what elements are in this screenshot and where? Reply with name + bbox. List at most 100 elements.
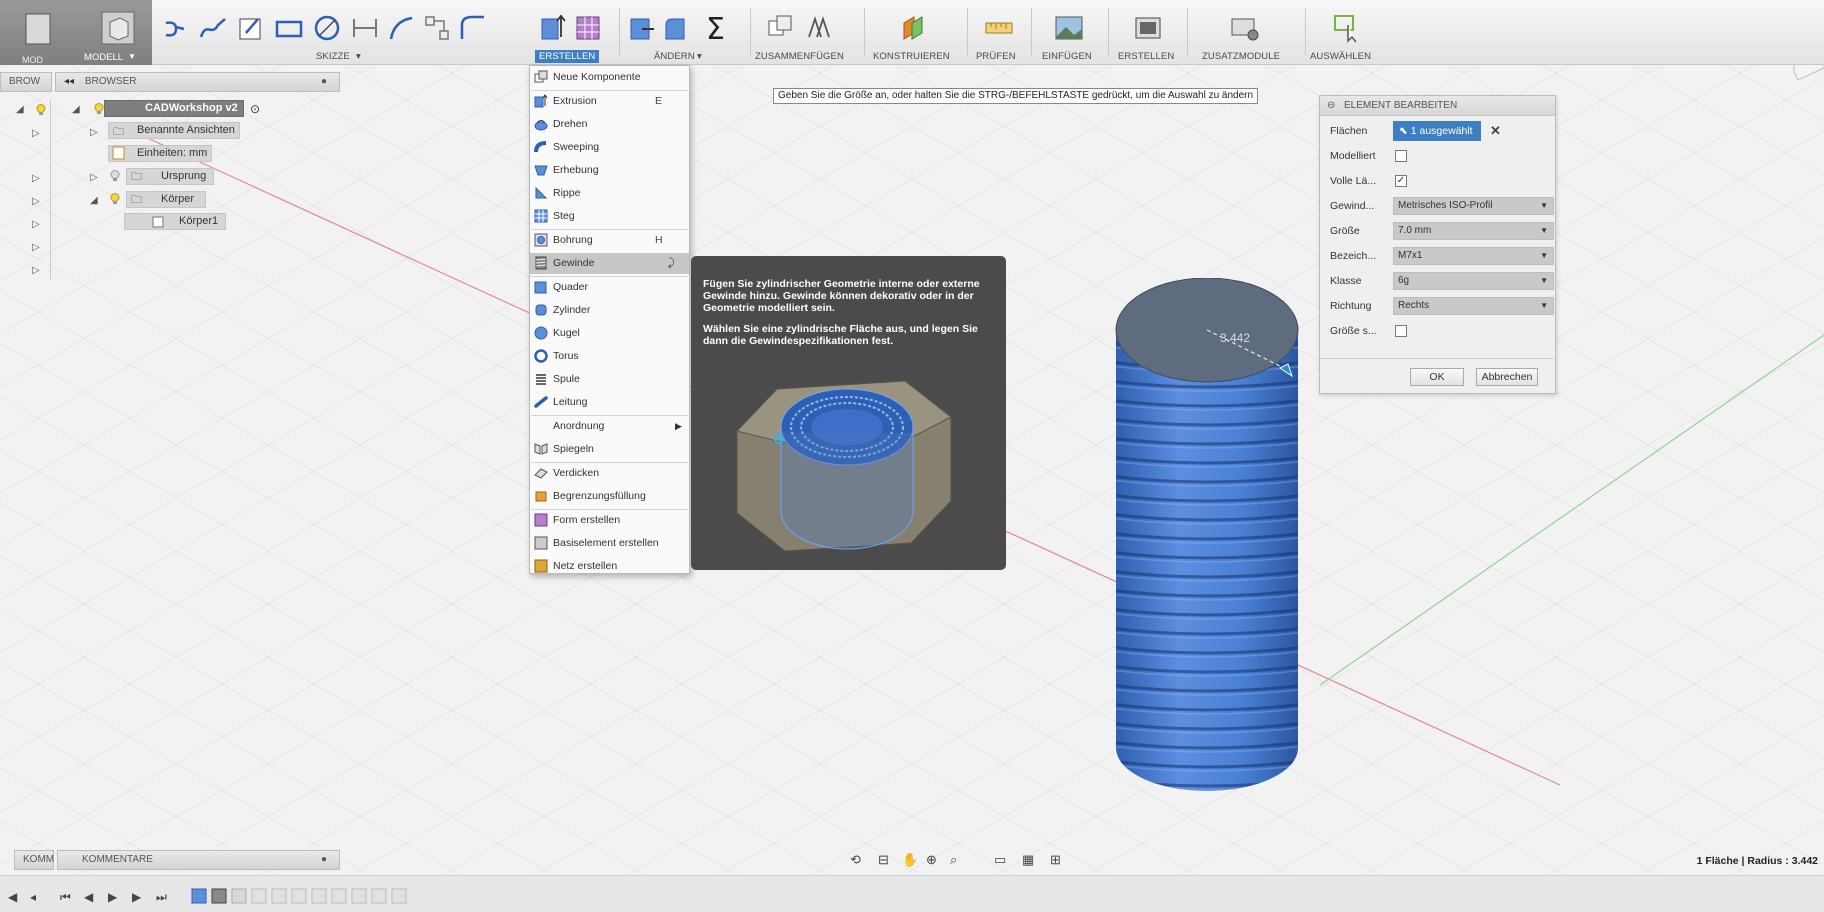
visibility-bulb-icon[interactable]: [110, 193, 120, 205]
comments-header[interactable]: KOMMENTARE ●: [57, 850, 340, 870]
menu-item-hole[interactable]: Bohrung H: [530, 230, 689, 251]
viewports-icon[interactable]: ⊞: [1050, 852, 1061, 868]
timeline-back-icon[interactable]: ◂: [30, 890, 36, 904]
timeline-features[interactable]: [190, 886, 440, 906]
form-icon[interactable]: [573, 13, 603, 43]
line-tool-icon[interactable]: [160, 13, 190, 43]
grid-settings-icon[interactable]: ▦: [1022, 852, 1034, 868]
expand-triangle-icon[interactable]: ◢: [16, 104, 24, 115]
menu-item-create-base-feature[interactable]: Basiselement erstellen: [530, 533, 689, 554]
menu-item-pipe[interactable]: Leitung: [530, 392, 689, 413]
expand-triangle-icon[interactable]: ▷: [32, 173, 40, 184]
offset-plane-icon[interactable]: [898, 13, 928, 43]
browser-header[interactable]: ◂◂ BROWSER ●: [55, 72, 340, 92]
addins-menu-label[interactable]: ZUSATZMODULE: [1202, 51, 1280, 62]
menu-item-sphere[interactable]: Kugel: [530, 323, 689, 344]
full-length-checkbox[interactable]: ✓: [1395, 175, 1407, 187]
insert-image-icon[interactable]: [1054, 13, 1084, 43]
extrude-icon[interactable]: [537, 13, 567, 43]
timeline-last-icon[interactable]: ⏭: [156, 890, 167, 905]
designation-select[interactable]: M7x1 ▼: [1393, 247, 1554, 265]
expand-triangle-icon[interactable]: ▷: [32, 265, 40, 276]
orbit-icon[interactable]: ⟲: [850, 852, 861, 868]
modeled-checkbox[interactable]: [1395, 150, 1407, 162]
size-select[interactable]: 7.0 mm ▼: [1393, 222, 1554, 240]
collapse-arrows-icon[interactable]: ◂◂: [64, 76, 74, 87]
menu-item-pattern[interactable]: Anordnung ▶: [530, 416, 689, 437]
display-settings-icon[interactable]: ▭: [994, 852, 1006, 868]
menu-item-create-form[interactable]: Form erstellen: [530, 510, 689, 531]
threaded-cylinder[interactable]: [1110, 278, 1305, 793]
expand-triangle-icon[interactable]: ▷: [32, 128, 40, 139]
expand-triangle-icon[interactable]: ▷: [32, 219, 40, 230]
panel-header[interactable]: ⊖ ELEMENT BEARBEITEN: [1320, 96, 1555, 116]
size-stored-checkbox[interactable]: [1395, 325, 1407, 337]
panel-collapse-icon[interactable]: ⊖: [1327, 96, 1335, 116]
scripts-addins-icon[interactable]: [1230, 13, 1260, 43]
measure-icon[interactable]: [984, 13, 1014, 43]
select-icon[interactable]: [1332, 13, 1362, 43]
menu-item-revolve[interactable]: Drehen: [530, 114, 689, 135]
fillet-icon[interactable]: [660, 13, 690, 43]
circle-tool-icon[interactable]: [312, 13, 342, 43]
pin-command-icon[interactable]: ⤸: [668, 253, 675, 274]
menu-item-boundary-fill[interactable]: Begrenzungsfüllung: [530, 486, 689, 507]
menu-item-torus[interactable]: Torus: [530, 346, 689, 367]
insert-menu-label[interactable]: EINFÜGEN: [1042, 51, 1092, 62]
rectangle-tool-icon[interactable]: [274, 13, 304, 43]
tree-item-named-views[interactable]: Benannte Ansichten: [108, 122, 240, 139]
folder-expand-triangle-icon[interactable]: ▷: [90, 172, 98, 183]
sigma-icon[interactable]: Σ: [706, 12, 725, 47]
timeline-next-icon[interactable]: ▶: [132, 890, 141, 904]
direction-select[interactable]: Rechts ▼: [1393, 297, 1554, 315]
pan-hand-icon[interactable]: ✋: [902, 852, 918, 868]
clear-selection-icon[interactable]: ✕: [1490, 120, 1501, 142]
browser-pin-icon[interactable]: ●: [321, 73, 327, 91]
construct-menu-label[interactable]: KONSTRUIEREN: [873, 51, 950, 62]
create-sketch-icon[interactable]: [236, 13, 266, 43]
visibility-bulb-icon[interactable]: [110, 170, 120, 182]
menu-item-coil[interactable]: Spule: [530, 369, 689, 390]
root-expand-triangle-icon[interactable]: ◢: [72, 104, 80, 115]
menu-item-mirror[interactable]: Spiegeln: [530, 439, 689, 460]
expand-triangle-icon[interactable]: ▷: [32, 196, 40, 207]
comments-pin-icon[interactable]: ●: [321, 851, 327, 869]
workspace-switcher[interactable]: MOD MODELL ▼: [0, 0, 152, 65]
new-component-icon[interactable]: [765, 13, 795, 43]
select-menu-label[interactable]: AUSWÄHLEN: [1310, 51, 1371, 62]
menu-item-cylinder[interactable]: Zylinder: [530, 300, 689, 321]
visibility-bulb-icon[interactable]: [36, 104, 46, 116]
arc-tool-icon[interactable]: [386, 13, 416, 43]
folder-expand-triangle-icon[interactable]: ◢: [90, 195, 98, 206]
modify-menu-label[interactable]: ÄNDERN: [654, 51, 695, 62]
browser-collapsed-bar[interactable]: BROW: [0, 72, 52, 92]
thread-type-select[interactable]: Metrisches ISO-Profil ▼: [1393, 197, 1554, 215]
activate-radio-icon[interactable]: ⊙: [250, 102, 260, 116]
menu-item-sweep[interactable]: Sweeping: [530, 137, 689, 158]
class-select[interactable]: 6g ▼: [1393, 272, 1554, 290]
timeline-play-icon[interactable]: ▶: [108, 890, 117, 904]
joint-icon[interactable]: [803, 13, 833, 43]
menu-item-loft[interactable]: Erhebung: [530, 160, 689, 181]
sketch-menu-label[interactable]: SKIZZE: [316, 51, 350, 62]
ok-button[interactable]: OK: [1410, 368, 1464, 386]
menu-item-create-mesh[interactable]: Netz erstellen: [530, 556, 689, 577]
press-pull-icon[interactable]: [626, 13, 656, 43]
faces-selection-button[interactable]: ⬉ 1 ausgewählt: [1393, 121, 1481, 141]
timeline-first-icon[interactable]: ⏮: [60, 890, 71, 905]
cancel-button[interactable]: Abbrechen: [1476, 368, 1538, 386]
menu-item-new-component[interactable]: Neue Komponente: [530, 67, 689, 88]
expand-triangle-icon[interactable]: ▷: [32, 242, 40, 253]
tree-item-body1[interactable]: Körper1: [124, 213, 226, 230]
create-menu-label[interactable]: ERSTELLEN: [535, 50, 600, 63]
spline-tool-icon[interactable]: [198, 13, 228, 43]
dimension-tool-icon[interactable]: [350, 13, 380, 43]
assemble-menu-label[interactable]: ZUSAMMENFÜGEN: [755, 51, 844, 62]
workspace-label[interactable]: MODELL: [84, 52, 123, 63]
timeline-prev-icon[interactable]: ◀: [84, 890, 93, 904]
timeline-start-icon[interactable]: ◀: [8, 890, 17, 904]
comments-collapsed-bar[interactable]: KOMM: [14, 850, 54, 870]
inspect-menu-label[interactable]: PRÜFEN: [976, 51, 1016, 62]
stop-sketch-icon[interactable]: [458, 13, 488, 43]
menu-item-thicken[interactable]: Verdicken: [530, 463, 689, 484]
